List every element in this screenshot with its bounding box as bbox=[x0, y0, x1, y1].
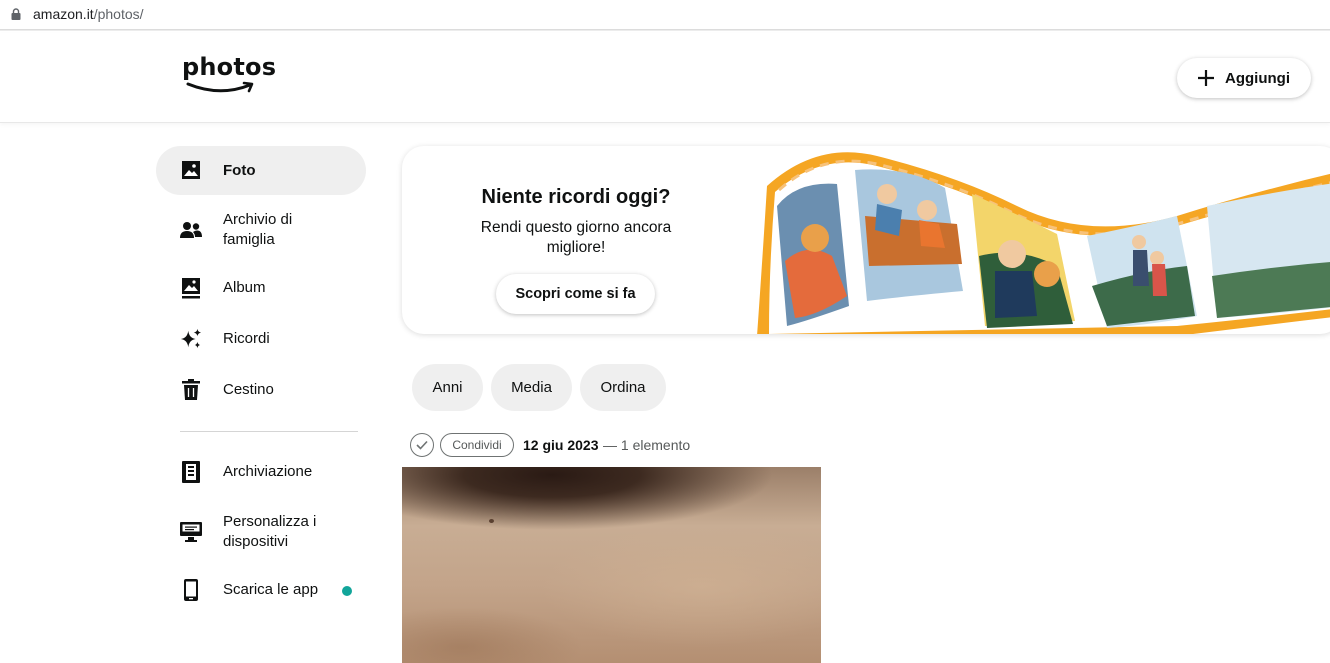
logo-text: photos bbox=[182, 53, 277, 81]
photo-thumbnail[interactable] bbox=[402, 467, 821, 663]
add-button[interactable]: Aggiungi bbox=[1177, 58, 1311, 98]
filter-ordina[interactable]: Ordina bbox=[580, 364, 666, 411]
lock-icon bbox=[11, 8, 21, 20]
sidebar-item-label: Scarica le app bbox=[223, 581, 319, 598]
filter-anni[interactable]: Anni bbox=[412, 364, 483, 411]
sidebar-divider bbox=[180, 431, 358, 432]
sidebar-item-label: Archiviazione bbox=[223, 463, 313, 480]
sidebar-item-label: Cestino bbox=[223, 381, 274, 398]
sidebar-item-scarica-app[interactable]: Scarica le app bbox=[156, 567, 366, 613]
sidebar-item-album[interactable]: Album bbox=[156, 265, 366, 311]
sidebar-item-label: Ricordi bbox=[223, 330, 270, 347]
notification-dot bbox=[342, 586, 352, 596]
banner-title: Niente ricordi oggi? bbox=[481, 186, 671, 208]
sparkle-icon bbox=[180, 328, 202, 350]
sidebar-item-label: Archivio di famiglia bbox=[223, 211, 293, 248]
album-icon bbox=[180, 277, 202, 299]
banner-subtitle: Rendi questo giorno ancora migliore! bbox=[480, 219, 672, 256]
sidebar-item-label: Foto bbox=[223, 162, 256, 179]
sidebar-item-personalizza-dispositivi[interactable]: Personalizza i dispositivi bbox=[156, 507, 366, 557]
amazon-photos-logo[interactable]: photos bbox=[182, 53, 277, 93]
group-item-count: — 1 elemento bbox=[603, 437, 691, 453]
sidebar-item-label: Personalizza i dispositivi bbox=[223, 513, 317, 550]
group-date: 12 giu 2023 bbox=[523, 437, 599, 453]
sidebar-item-archivio-famiglia[interactable]: Archivio di famiglia bbox=[156, 205, 366, 255]
storage-icon bbox=[180, 461, 202, 483]
trash-icon bbox=[180, 379, 202, 401]
monitor-icon bbox=[180, 521, 202, 543]
sidebar-item-archiviazione[interactable]: Archiviazione bbox=[156, 449, 366, 495]
share-button[interactable]: Condividi bbox=[440, 433, 514, 457]
plus-icon bbox=[1198, 70, 1214, 86]
film-strip-illustration bbox=[757, 152, 1330, 334]
sidebar-item-foto[interactable]: Foto bbox=[156, 146, 366, 195]
url-text: amazon.it/photos/ bbox=[33, 6, 144, 22]
filter-media[interactable]: Media bbox=[491, 364, 572, 411]
sidebar-item-cestino[interactable]: Cestino bbox=[156, 367, 366, 413]
image-icon bbox=[180, 159, 202, 181]
sidebar-item-label: Album bbox=[223, 279, 266, 296]
photo-detail bbox=[489, 519, 494, 523]
amazon-smile-icon bbox=[186, 81, 254, 93]
memories-banner: Niente ricordi oggi? Rendi questo giorno… bbox=[402, 146, 1330, 334]
browser-url-bar[interactable]: amazon.it/photos/ bbox=[0, 0, 1330, 30]
app-header: photos Aggiungi bbox=[0, 33, 1330, 123]
people-icon bbox=[180, 219, 202, 241]
phone-icon bbox=[180, 579, 202, 601]
add-button-label: Aggiungi bbox=[1225, 69, 1290, 87]
sidebar-item-ricordi[interactable]: Ricordi bbox=[156, 316, 366, 362]
select-group-checkbox[interactable] bbox=[410, 433, 434, 457]
checkmark-icon bbox=[416, 440, 428, 450]
discover-button[interactable]: Scopri come si fa bbox=[496, 274, 655, 314]
